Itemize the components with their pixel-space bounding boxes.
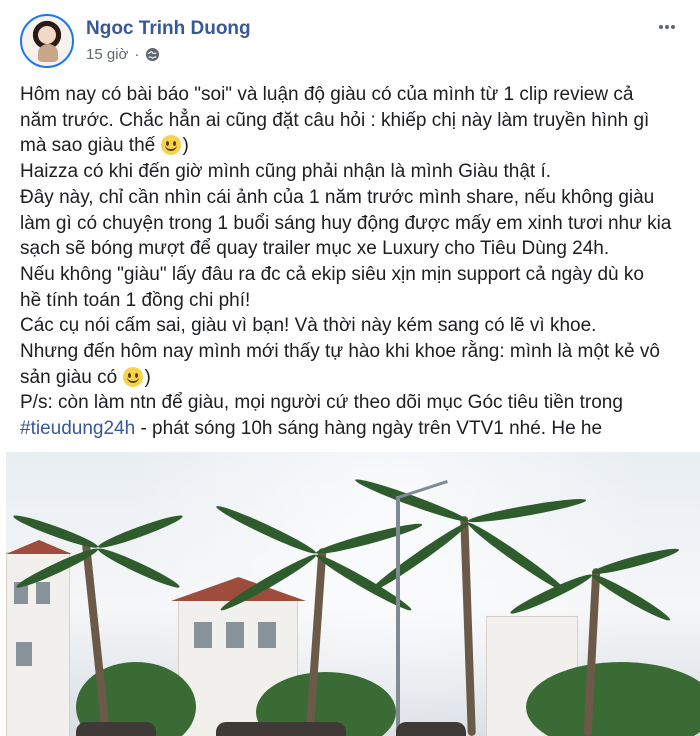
post-line-text: - phát sóng 10h sáng hàng ngày trên VTV1… <box>135 418 603 440</box>
post-line-text: ) <box>144 366 151 388</box>
post-line: Đây này, chỉ cần nhìn cái ảnh của 1 năm … <box>20 186 655 208</box>
hashtag-link[interactable]: #tieudung24h <box>20 418 135 439</box>
post-line: Haizza có khi đến giờ mình cũng phải nhậ… <box>20 161 552 183</box>
post-text: Hôm nay có bài báo "soi" và luận độ giàu… <box>20 82 685 442</box>
author-name[interactable]: Ngoc Trinh Duong <box>86 18 251 40</box>
post-line: mà sao giàu thế ) <box>20 133 685 159</box>
post-line: Các cụ nói cấm sai, giàu vì bạn! Và thời… <box>20 315 597 337</box>
meta-separator: · <box>134 46 140 63</box>
post-line: P/s: còn làm ntn để giàu, mọi người cứ t… <box>20 392 623 414</box>
post-line: Hôm nay có bài báo "soi" và luận độ giàu… <box>20 84 634 105</box>
more-options-icon[interactable] <box>654 14 680 40</box>
people-group <box>76 722 156 736</box>
post-line-text: ) <box>182 135 189 157</box>
window <box>16 642 32 666</box>
facebook-post: Ngoc Trinh Duong 15 giờ · Hôm nay có bài… <box>0 0 700 736</box>
author-avatar[interactable] <box>20 14 74 68</box>
window <box>226 622 244 648</box>
post-line: #tieudung24h - phát sóng 10h sáng hàng n… <box>20 416 685 442</box>
post-time[interactable]: 15 giờ <box>86 46 128 63</box>
post-line: Nhưng đến hôm nay mình mới thấy tự hào k… <box>20 341 660 363</box>
globe-icon <box>145 47 160 62</box>
post-line-text: mà sao giàu thế <box>20 135 161 157</box>
window <box>258 622 276 648</box>
post-line: Nếu không "giàu" lấy đâu ra đc cả ekip s… <box>20 263 644 285</box>
people-group <box>396 722 466 736</box>
smiling-face-icon <box>123 366 144 387</box>
post-meta: 15 giờ · <box>86 46 160 63</box>
post-line: làm gì có chuyện trong 1 buổi sáng huy đ… <box>20 212 672 234</box>
post-line-text: sản giàu có <box>20 366 123 388</box>
post-line: hề tính toán 1 đồng chi phí! <box>20 289 251 311</box>
window <box>36 582 50 604</box>
avatar-figure <box>38 44 58 62</box>
street-lamp-pole <box>396 496 400 736</box>
post-photo[interactable] <box>6 452 700 736</box>
post-line: năm trước. Chắc hẳn ai cũng đặt câu hỏi … <box>20 109 650 131</box>
post-header: Ngoc Trinh Duong 15 giờ · <box>20 14 680 72</box>
post-line: sạch sẽ bóng mượt để quay trailer mục xe… <box>20 238 610 260</box>
smiling-face-icon <box>161 135 182 156</box>
post-line: sản giàu có ) <box>20 365 685 391</box>
window <box>194 622 212 648</box>
people-group <box>216 722 346 736</box>
